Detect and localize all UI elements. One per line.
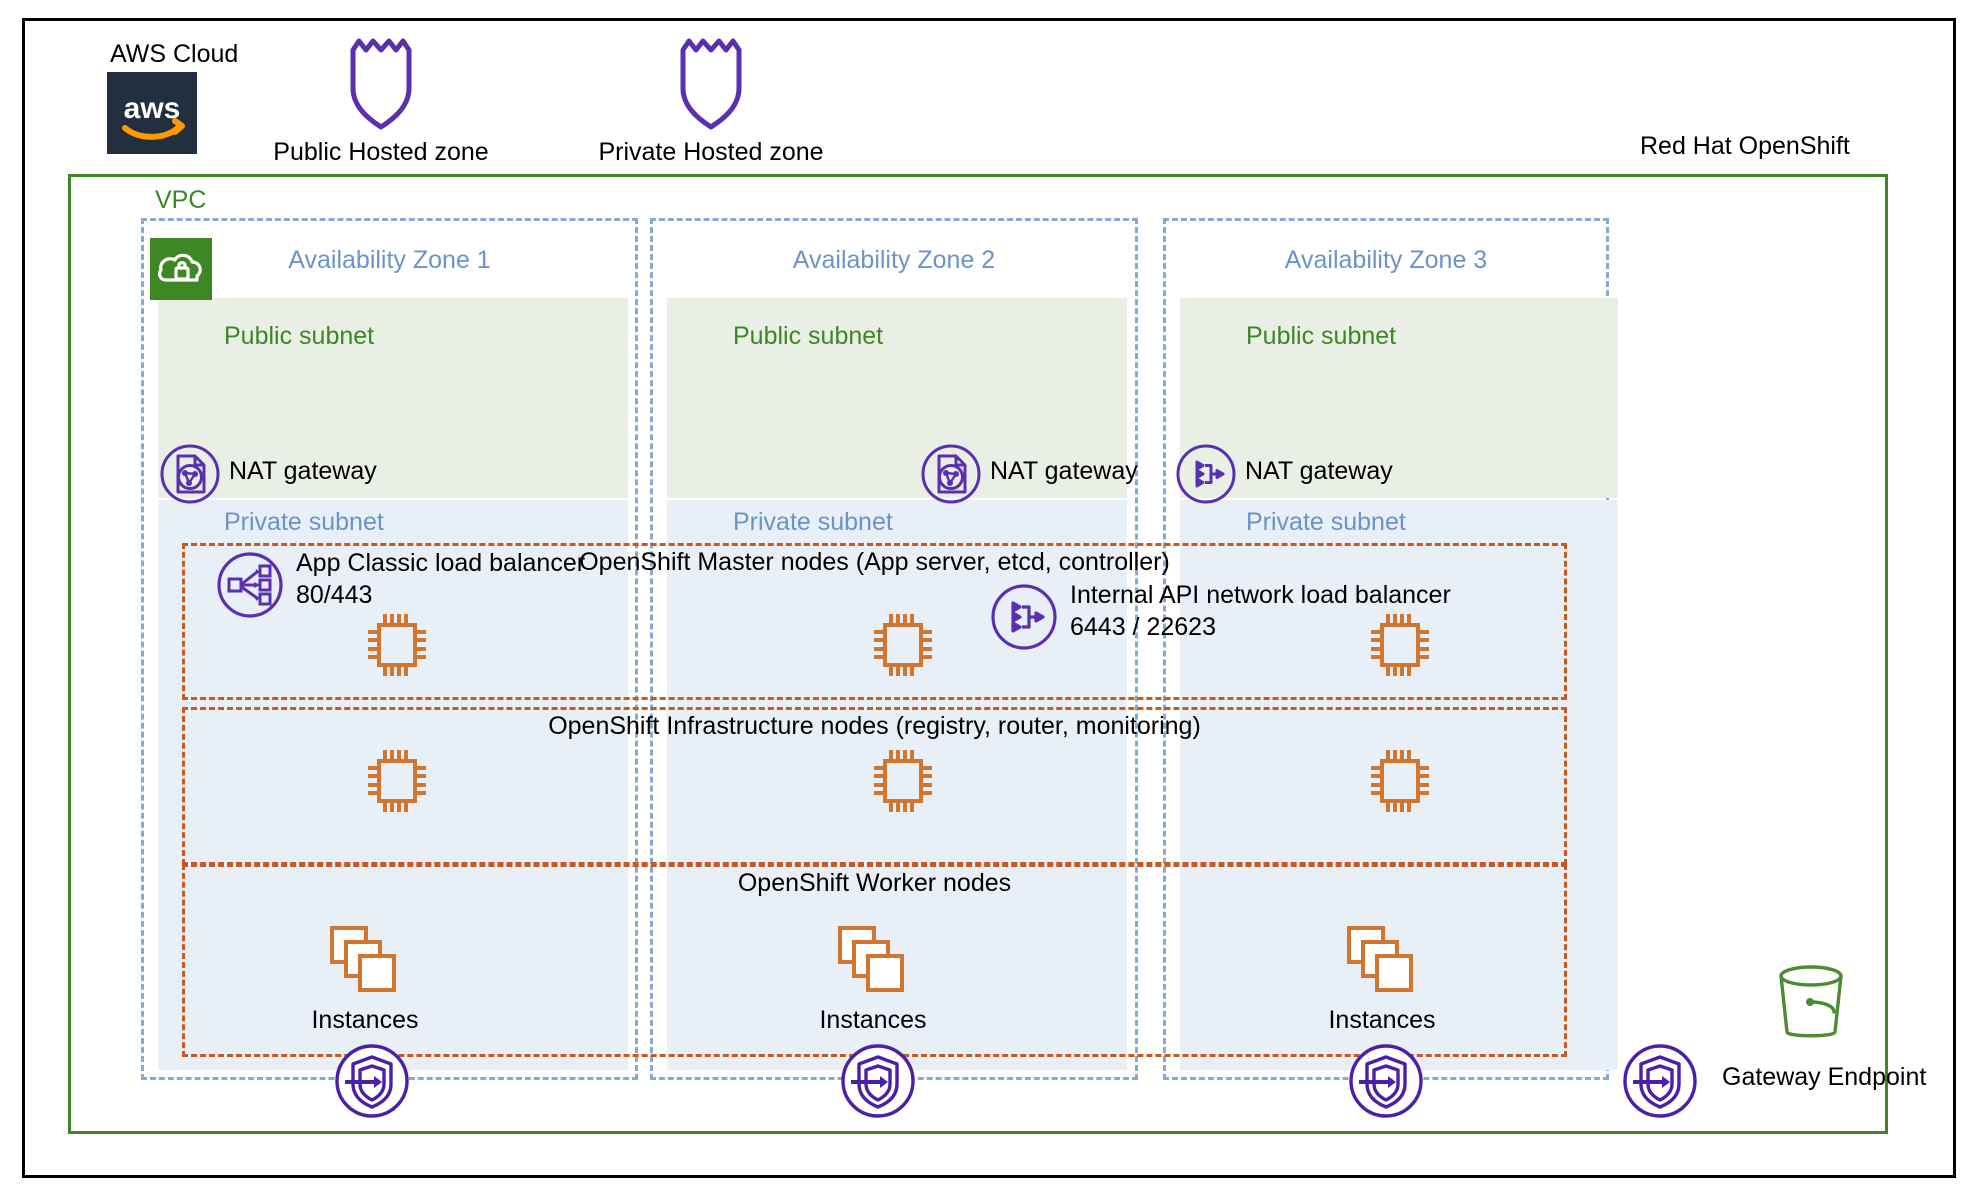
instances-label-az3: Instances xyxy=(1328,1006,1436,1034)
svg-text:aws: aws xyxy=(124,92,181,125)
security-group-cloud-lock-icon xyxy=(150,238,212,300)
nat-gateway-icon xyxy=(159,443,221,505)
vpc-endpoint-icon-az3 xyxy=(1348,1043,1424,1119)
instances-az1: Instances xyxy=(280,922,450,1035)
availability-zone-2-title: Availability Zone 2 xyxy=(792,246,996,274)
master-node-chip-icon-az1 xyxy=(362,609,432,681)
network-load-balancer-icon xyxy=(990,583,1058,651)
private-hosted-zone-label: Private Hosted zone xyxy=(598,138,824,166)
diagram-canvas: AWS Cloud aws Public Hosted zone Private… xyxy=(0,0,1978,1200)
vpc-endpoint-icon-az2 xyxy=(840,1043,916,1119)
gateway-endpoint-label: Gateway Endpoint xyxy=(1722,1063,1927,1091)
public-subnet-label-az1: Public subnet xyxy=(224,322,375,350)
route53-hosted-zone-icon xyxy=(345,36,417,132)
nat-gateway-label-az1: NAT gateway xyxy=(229,457,377,485)
aws-logo: aws xyxy=(107,72,197,154)
app-classic-load-balancer-name: App Classic load balancer xyxy=(296,549,586,577)
private-subnet-label-az3: Private subnet xyxy=(1246,508,1406,536)
private-subnet-label-az1: Private subnet xyxy=(224,508,384,536)
nat-gateway-label-az3: NAT gateway xyxy=(1245,457,1393,485)
public-subnet-label-az3: Public subnet xyxy=(1246,322,1397,350)
ec2-instances-icon xyxy=(1343,922,1421,1000)
app-classic-load-balancer-text: App Classic load balancer 80/443 xyxy=(296,547,585,611)
infrastructure-node-chip-icon-az2 xyxy=(868,745,938,817)
openshift-infrastructure-nodes-label: OpenShift Infrastructure nodes (registry… xyxy=(548,712,1201,740)
master-node-chip-icon-az2 xyxy=(868,609,938,681)
app-classic-load-balancer-ports: 80/443 xyxy=(296,581,373,609)
vpc-label: VPC xyxy=(155,186,207,214)
nat-gateway-icon xyxy=(920,443,982,505)
public-hosted-zone-label: Public Hosted zone xyxy=(273,138,489,166)
availability-zone-3-title: Availability Zone 3 xyxy=(1284,246,1488,274)
private-hosted-zone: Private Hosted zone xyxy=(566,36,856,167)
red-hat-openshift-title: Red Hat OpenShift xyxy=(1640,132,1850,160)
ec2-instances-icon xyxy=(326,922,404,1000)
classic-load-balancer-icon xyxy=(216,551,284,619)
public-hosted-zone: Public Hosted zone xyxy=(236,36,526,167)
vpc-endpoint-icon-az1 xyxy=(334,1043,410,1119)
ec2-instances-icon xyxy=(834,922,912,1000)
public-subnet-label-az2: Public subnet xyxy=(733,322,884,350)
infrastructure-node-chip-icon-az1 xyxy=(362,745,432,817)
instances-az2: Instances xyxy=(788,922,958,1035)
nat-gateway-label-az2: NAT gateway xyxy=(990,457,1138,485)
aws-cloud-label: AWS Cloud xyxy=(110,40,239,68)
internal-api-nlb-name: Internal API network load balancer xyxy=(1070,581,1451,609)
master-node-chip-icon-az3 xyxy=(1365,609,1435,681)
instances-az3: Instances xyxy=(1297,922,1467,1035)
openshift-worker-nodes-label: OpenShift Worker nodes xyxy=(737,869,1012,897)
availability-zone-1-title: Availability Zone 1 xyxy=(288,246,491,274)
gateway-endpoint-icon xyxy=(1622,1043,1698,1119)
instances-label-az1: Instances xyxy=(311,1006,419,1034)
instances-label-az2: Instances xyxy=(819,1006,927,1034)
private-subnet-label-az2: Private subnet xyxy=(733,508,893,536)
infrastructure-node-chip-icon-az3 xyxy=(1365,745,1435,817)
s3-bucket-icon xyxy=(1772,962,1850,1044)
network-load-balancer-icon xyxy=(1175,443,1237,505)
route53-hosted-zone-icon xyxy=(675,36,747,132)
